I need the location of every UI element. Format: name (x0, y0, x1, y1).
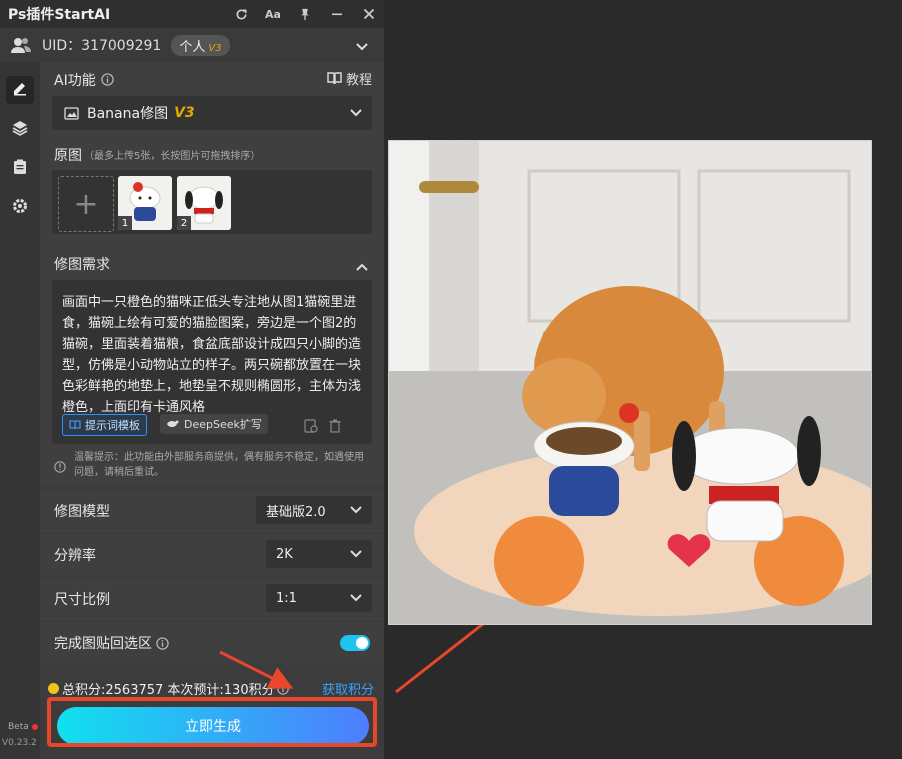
result-canvas[interactable] (388, 140, 872, 625)
result-photo (389, 141, 871, 624)
arrow-to-points (219, 650, 294, 689)
